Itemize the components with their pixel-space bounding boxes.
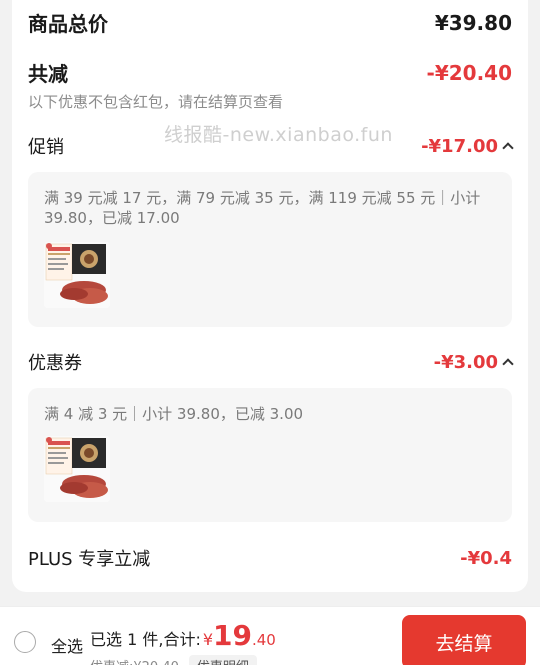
coupon-label: 优惠券 bbox=[28, 353, 82, 374]
promotion-row[interactable]: 促销 -¥17.00 bbox=[28, 133, 514, 159]
discount-amount: 优惠减:¥20.40 bbox=[90, 656, 179, 665]
promotion-detail-line1: 满 39 元减 17 元，满 79 元减 35 元，满 119 元减 55 元｜… bbox=[44, 189, 481, 207]
price-summary: 已选 1 件,合计: ¥ 19 .40 bbox=[90, 619, 276, 652]
coupon-panel: 满 4 减 3 元｜小计 39.80，已减 3.00 bbox=[28, 388, 512, 522]
discount-detail-card: 商品总价 ¥39.80 共减 -¥20.40 以下优惠不包含红包，请在结算页查看… bbox=[12, 0, 528, 592]
reduce-row: 共减 -¥20.40 bbox=[28, 58, 512, 87]
product-thumbnail[interactable] bbox=[44, 242, 110, 308]
total-label: 商品总价 bbox=[28, 12, 108, 36]
select-all-checkbox[interactable] bbox=[14, 631, 36, 653]
coupon-detail: 满 4 减 3 元｜小计 39.80，已减 3.00 bbox=[44, 405, 304, 423]
promotion-detail-line2: 39.80，已减 17.00 bbox=[44, 209, 180, 227]
checkout-button[interactable]: 去结算 bbox=[402, 615, 526, 665]
currency-symbol: ¥ bbox=[202, 630, 214, 649]
coupon-value-wrap: -¥3.00 bbox=[433, 351, 514, 373]
chevron-up-icon[interactable] bbox=[502, 142, 514, 154]
promotion-panel: 满 39 元减 17 元，满 79 元减 35 元，满 119 元减 55 元｜… bbox=[28, 172, 512, 327]
selected-count-text: 已选 1 件,合计: bbox=[90, 630, 201, 649]
discount-note: 以下优惠不包含红包，请在结算页查看 bbox=[28, 93, 284, 111]
sausage-product-image bbox=[44, 242, 110, 308]
promotion-label: 促销 bbox=[28, 137, 64, 158]
checkout-bar: 全选 已选 1 件,合计: ¥ 19 .40 优惠减:¥20.40 优惠明细 去… bbox=[0, 606, 540, 665]
chevron-up-icon[interactable] bbox=[502, 358, 514, 370]
promotion-value: -¥17.00 bbox=[421, 135, 498, 157]
discount-detail-button[interactable]: 优惠明细 bbox=[188, 655, 257, 665]
reduce-value: -¥20.40 bbox=[426, 60, 512, 85]
total-value: ¥39.80 bbox=[434, 10, 512, 35]
sausage-product-image bbox=[44, 436, 110, 502]
plus-row: PLUS 专享立减 -¥0.4 bbox=[28, 545, 512, 571]
price-integer: 19 bbox=[213, 619, 252, 652]
promotion-value-wrap: -¥17.00 bbox=[421, 135, 514, 157]
plus-label: PLUS 专享立减 bbox=[28, 549, 151, 570]
discount-line: 优惠减:¥20.40 优惠明细 bbox=[90, 655, 257, 665]
price-decimal: .40 bbox=[252, 631, 276, 649]
product-thumbnail[interactable] bbox=[44, 436, 110, 502]
coupon-row[interactable]: 优惠券 -¥3.00 bbox=[28, 349, 514, 375]
total-row: 商品总价 ¥39.80 bbox=[28, 8, 512, 37]
reduce-label: 共减 bbox=[28, 62, 68, 86]
select-all-label[interactable]: 全选 bbox=[51, 633, 83, 657]
coupon-value: -¥3.00 bbox=[433, 351, 498, 373]
plus-value: -¥0.4 bbox=[460, 547, 512, 569]
